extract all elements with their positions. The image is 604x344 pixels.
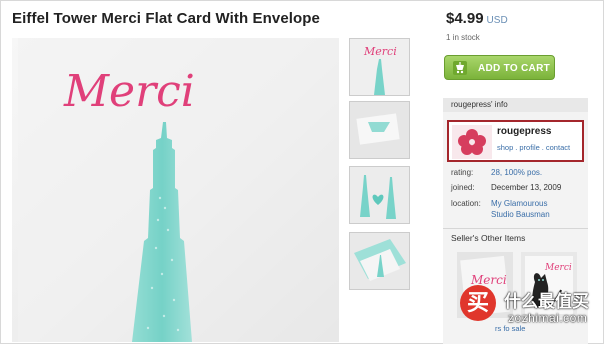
- watermark-text-en: zozhimai.com: [508, 311, 588, 325]
- joined-label: joined:: [451, 183, 475, 192]
- thumbnail-2-art: [350, 102, 409, 158]
- add-to-cart-button[interactable]: ADD TO CART: [444, 55, 555, 80]
- contact-link[interactable]: contact: [546, 143, 570, 152]
- price-value: $4.99: [446, 10, 484, 27]
- link-separator: .: [515, 143, 518, 152]
- location-line-2[interactable]: Studio Bausman: [491, 210, 550, 219]
- currency: USD: [486, 15, 508, 26]
- joined-value: December 13, 2009: [491, 183, 562, 192]
- shop-card: rougepress shop. profile. contact: [447, 120, 584, 162]
- shop-name[interactable]: rougepress: [497, 126, 551, 137]
- thumbnail-3-art: [350, 167, 409, 223]
- stock-status: 1 in stock: [446, 33, 480, 42]
- shop-link[interactable]: shop: [497, 143, 513, 152]
- site-watermark: 买 什么最值买 zozhimai.com: [452, 283, 602, 339]
- watermark-text-cn: 什么最值买: [504, 292, 589, 311]
- svg-text:Merci: Merci: [363, 45, 397, 58]
- thumbnail-1-art: Merci: [350, 39, 409, 95]
- main-image-art: Merci: [12, 38, 339, 342]
- main-card-text: Merci: [63, 66, 195, 117]
- add-to-cart-label: ADD TO CART: [478, 63, 551, 74]
- price: $4.99 USD: [446, 10, 508, 27]
- panel-divider: [443, 228, 588, 229]
- other-items-heading: Seller's Other Items: [451, 233, 526, 243]
- rating-label: rating:: [451, 168, 474, 177]
- svg-text:Merci: Merci: [544, 263, 572, 273]
- cart-icon: [453, 61, 467, 75]
- shop-links: shop. profile. contact: [497, 143, 570, 152]
- seller-info-header: rougepress' info: [443, 98, 588, 112]
- watermark-badge-char: 买: [466, 290, 489, 315]
- flower-icon: [452, 125, 492, 159]
- thumbnail-1[interactable]: Merci: [349, 38, 410, 96]
- profile-link[interactable]: profile: [519, 143, 539, 152]
- shop-avatar[interactable]: [452, 125, 492, 159]
- link-separator: .: [541, 143, 544, 152]
- thumbnail-3[interactable]: [349, 166, 410, 224]
- thumbnail-4[interactable]: [349, 232, 410, 290]
- rating-value[interactable]: 28, 100% pos.: [491, 168, 542, 177]
- listing-title: Eiffel Tower Merci Flat Card With Envelo…: [12, 10, 321, 27]
- main-product-image[interactable]: Merci: [12, 38, 339, 342]
- thumbnail-4-art: [350, 233, 409, 289]
- thumbnail-2[interactable]: [349, 101, 410, 159]
- location-label: location:: [451, 199, 481, 208]
- location-line-1[interactable]: My Glamourous: [491, 199, 547, 208]
- seller-info-heading: rougepress' info: [451, 100, 508, 109]
